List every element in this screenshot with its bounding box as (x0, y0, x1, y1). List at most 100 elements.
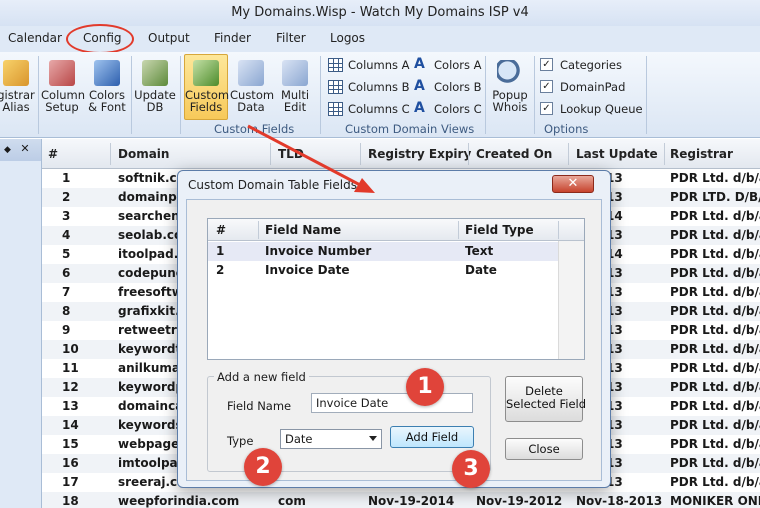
col-number[interactable]: # (48, 147, 58, 161)
update-db-label: Update DB (134, 88, 176, 114)
field-name-input[interactable]: Invoice Date (311, 393, 473, 413)
col-registrar[interactable]: Registrar (670, 147, 733, 161)
row-registrar: PDR Ltd. d/b/a P... (670, 380, 760, 394)
multi-edit-icon (282, 60, 308, 86)
font-color-icon: A (414, 100, 425, 116)
colors-b-label: Colors B (434, 80, 482, 94)
custom-fields-dialog: Custom Domain Table Fields ✕ # Field Nam… (177, 170, 611, 488)
row-registrar: PDR Ltd. d/b/a P... (670, 209, 760, 223)
field-name-label: Field Name (227, 399, 292, 413)
row-registrar: PDR Ltd. d/b/a P... (670, 456, 760, 470)
columns-b-button[interactable]: Columns B (328, 78, 410, 96)
grid-header: # Domain TLD Registry Expiry Created On … (42, 139, 760, 169)
update-db-button[interactable]: Update DB (134, 60, 176, 113)
row-registrar: PDR Ltd. d/b/a P... (670, 266, 760, 280)
pin-icon[interactable]: ◆ (4, 145, 11, 155)
tab-finder[interactable]: Finder (214, 31, 251, 45)
row-last-update: Nov-18-2013 (576, 494, 663, 508)
column-setup-button[interactable]: Column Setup (41, 60, 85, 113)
row-created-on: Nov-19-2012 (476, 494, 563, 508)
row-registrar: PDR Ltd. d/b/a P... (670, 418, 760, 432)
colors-a-label: Colors A (434, 58, 482, 72)
columns-a-button[interactable]: Columns A (328, 56, 410, 74)
fields-table: # Field Name Field Type 1 Invoice Number… (207, 218, 585, 360)
row-registrar: PDR Ltd. d/b/a P... (670, 304, 760, 318)
options-group-label: Options (544, 122, 589, 136)
close-icon: ✕ (567, 176, 579, 191)
edit-document-icon (238, 60, 264, 86)
fields-table-scroll-area[interactable] (558, 241, 584, 359)
custom-domain-views-group-label: Custom Domain Views (345, 122, 475, 136)
dialog-title: Custom Domain Table Fields (188, 178, 357, 192)
row-registrar: PDR Ltd. d/b/a P... (670, 323, 760, 337)
col-domain[interactable]: Domain (118, 147, 169, 161)
custom-fields-button[interactable]: Custom Fields (184, 54, 229, 120)
categories-label: Categories (560, 58, 622, 72)
add-field-button[interactable]: Add Field (390, 426, 474, 448)
custom-data-button[interactable]: Custom Data (230, 60, 274, 113)
tab-logos[interactable]: Logos (330, 31, 365, 45)
field-col-number[interactable]: # (216, 223, 226, 237)
row-registrar: PDR Ltd. d/b/a P... (670, 228, 760, 242)
registrar-alias-button[interactable]: gistrar Alias (0, 60, 36, 113)
step-badge-2: 2 (244, 448, 282, 486)
tab-filter[interactable]: Filter (276, 31, 306, 45)
paint-brush-icon (94, 60, 120, 86)
domainpad-checkbox[interactable]: ✓ DomainPad (540, 78, 625, 96)
col-last-update[interactable]: Last Update (576, 147, 658, 161)
row-number: 5 (62, 247, 71, 261)
window-title: My Domains.Wisp - Watch My Domains ISP v… (231, 5, 529, 20)
col-registry-expiry[interactable]: Registry Expiry (368, 147, 471, 161)
row-registrar: PDR Ltd. d/b/a P... (670, 361, 760, 375)
row-registrar: PDR Ltd. d/b/a P... (670, 342, 760, 356)
col-created-on[interactable]: Created On (476, 147, 552, 161)
row-number: 4 (62, 228, 71, 242)
columns-c-button[interactable]: Columns C (328, 100, 410, 118)
row-domain: weepforindia.com (118, 494, 240, 508)
column-setup-icon (49, 60, 75, 86)
multi-edit-label: Multi Edit (280, 88, 310, 114)
col-tld[interactable]: TLD (278, 147, 304, 161)
field-name: Invoice Number (265, 244, 372, 258)
dialog-close-button[interactable]: ✕ (552, 175, 594, 193)
grid-icon (328, 80, 343, 94)
colors-a-button[interactable]: A Colors A (414, 56, 482, 74)
table-row[interactable]: 18 weepforindia.com com Nov-19-2014 Nov-19-2… (42, 492, 760, 508)
field-number: 2 (216, 263, 225, 277)
close-button[interactable]: Close (505, 438, 583, 460)
close-icon[interactable]: ✕ (20, 142, 29, 155)
pencil-icon (3, 60, 29, 86)
window-title-bar: My Domains.Wisp - Watch My Domains ISP v… (0, 0, 760, 26)
field-col-name[interactable]: Field Name (265, 223, 341, 237)
row-registry-expiry: Nov-19-2014 (368, 494, 455, 508)
row-number: 18 (62, 494, 79, 508)
delete-selected-field-button[interactable]: Delete Selected Field (505, 376, 586, 422)
field-type: Date (465, 263, 497, 277)
type-select[interactable]: Date (280, 429, 382, 449)
tab-calendar[interactable]: Calendar (8, 31, 62, 45)
type-label: Type (227, 434, 254, 448)
lookup-queue-checkbox[interactable]: ✓ Lookup Queue (540, 100, 643, 118)
colors-font-button[interactable]: Colors & Font (86, 60, 128, 113)
colors-b-button[interactable]: A Colors B (414, 78, 482, 96)
chevron-down-icon (369, 436, 377, 441)
row-number: 8 (62, 304, 71, 318)
row-registrar: PDR Ltd. d/b/a P... (670, 475, 760, 489)
font-color-icon: A (414, 56, 425, 72)
field-col-type[interactable]: Field Type (465, 223, 534, 237)
multi-edit-button[interactable]: Multi Edit (274, 60, 316, 113)
magnifier-icon (497, 60, 523, 86)
colors-c-button[interactable]: A Colors C (414, 100, 482, 118)
checkbox-checked-icon: ✓ (540, 80, 553, 93)
row-number: 2 (62, 190, 71, 204)
categories-checkbox[interactable]: ✓ Categories (540, 56, 622, 74)
popup-whois-button[interactable]: Popup Whois (490, 60, 530, 113)
step-badge-3: 3 (452, 450, 490, 488)
tab-output[interactable]: Output (148, 31, 190, 45)
row-number: 6 (62, 266, 71, 280)
field-number: 1 (216, 244, 225, 258)
field-row[interactable]: 1 Invoice Number Text (208, 242, 558, 261)
row-number: 1 (62, 171, 71, 185)
row-number: 7 (62, 285, 71, 299)
field-row[interactable]: 2 Invoice Date Date (208, 261, 558, 280)
